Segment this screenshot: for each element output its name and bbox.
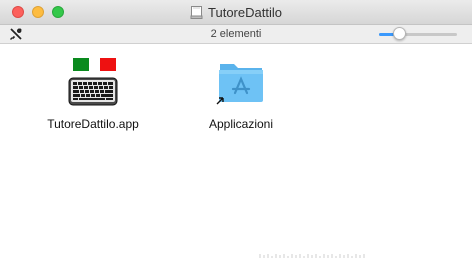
keyboard-app-icon	[68, 58, 118, 106]
background-pattern	[259, 254, 365, 258]
green-flag	[73, 58, 89, 71]
window-title: TutoreDattilo	[208, 4, 282, 20]
applications-folder-alias-icon	[216, 64, 263, 105]
title-bar: TutoreDattilo	[0, 0, 472, 25]
file-item-tutoredattilo-app[interactable]: TutoreDattilo.app	[38, 56, 148, 131]
file-item-label: Applicazioni	[208, 117, 274, 131]
file-item-label: TutoreDattilo.app	[47, 117, 139, 131]
file-item-applicazioni[interactable]: Applicazioni	[196, 56, 286, 131]
icon-size-slider[interactable]	[379, 27, 457, 40]
disk-image-icon	[190, 5, 203, 19]
window-title-group: TutoreDattilo	[0, 0, 472, 24]
red-flag	[100, 58, 116, 71]
status-bar: 2 elementi	[0, 25, 472, 44]
